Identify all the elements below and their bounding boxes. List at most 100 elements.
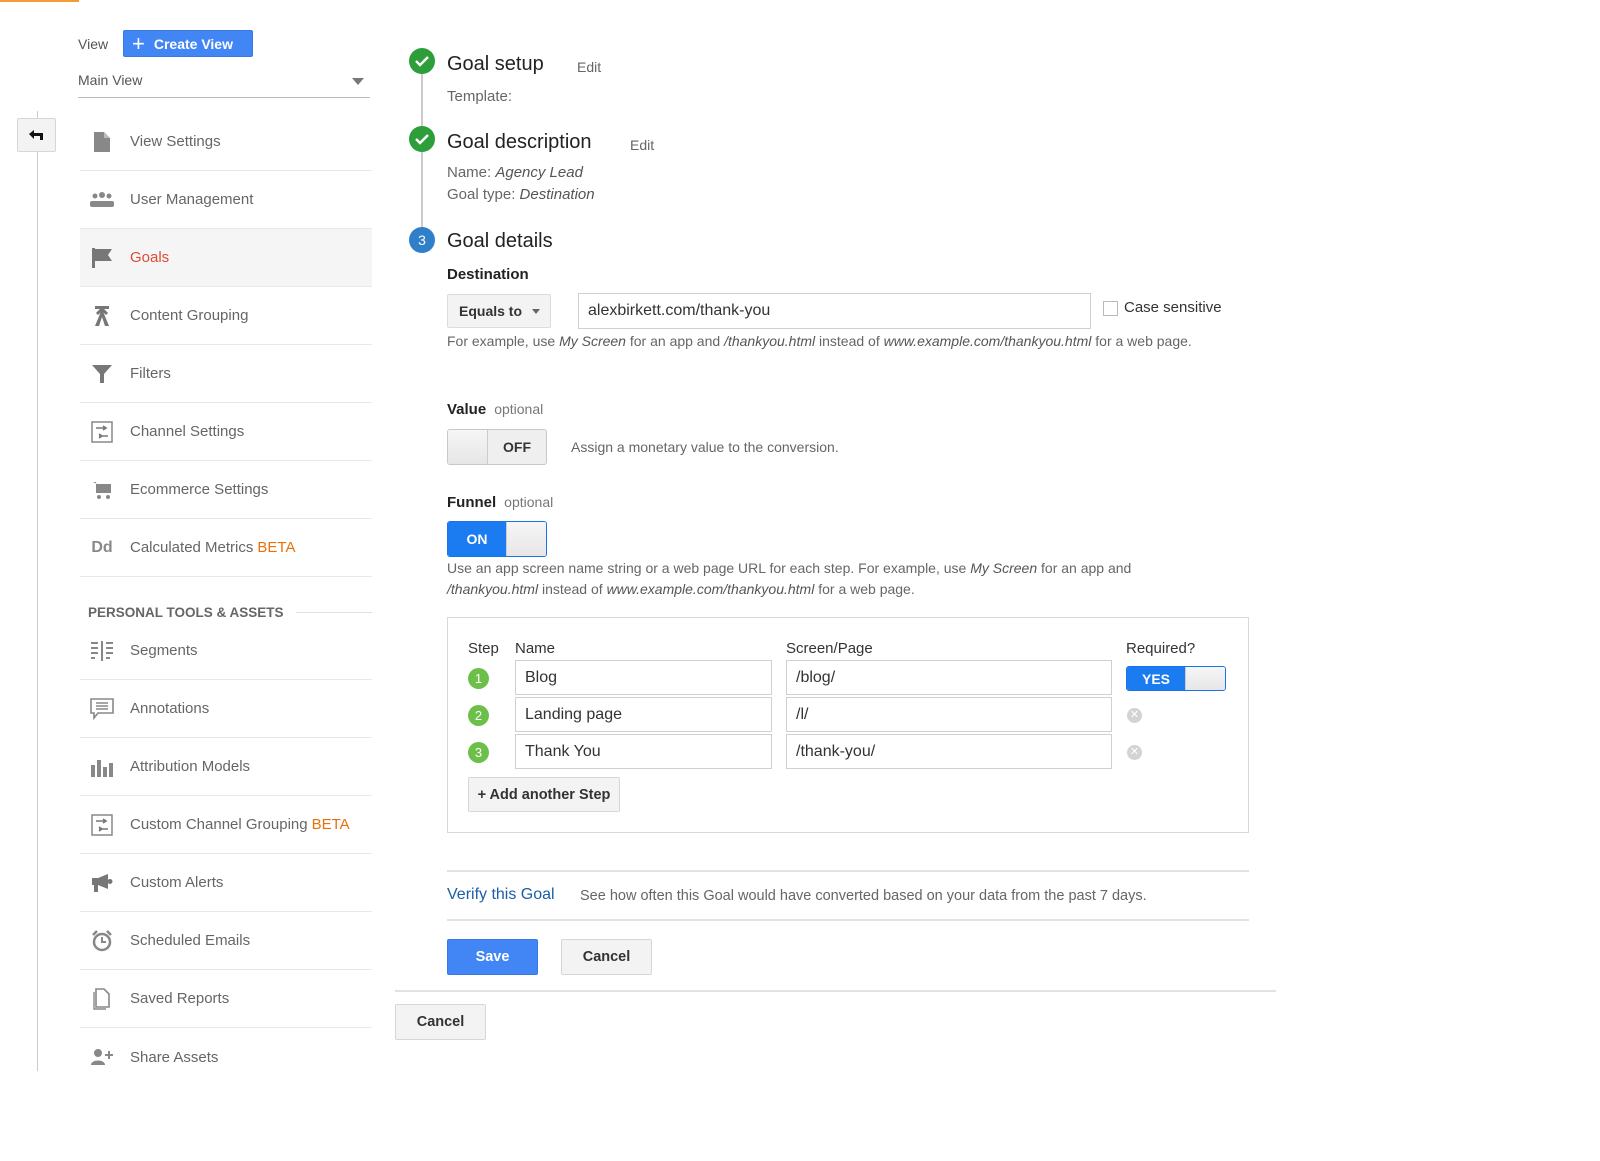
goal-type: Goal type: Destination (447, 186, 595, 203)
filter-icon (80, 364, 130, 384)
nav-item-user-management[interactable]: User Management (80, 171, 372, 229)
funnel-step-page-input[interactable]: /thank-you/ (786, 734, 1112, 769)
funnel-step-number: 3 (468, 742, 489, 763)
nav-item-ecommerce-settings[interactable]: Ecommerce Settings (80, 461, 372, 519)
funnel-step-number: 2 (468, 705, 489, 726)
top-accent-bar (0, 0, 79, 2)
goal-description-edit-link[interactable]: Edit (630, 137, 654, 153)
step-number-badge: 3 (409, 227, 435, 253)
value-label: Value optional (447, 401, 543, 418)
add-person-icon (80, 1048, 130, 1066)
check-circle-icon (409, 48, 435, 74)
admin-nav: View Settings User Management Goals Cont… (80, 113, 372, 577)
nav-label: Content Grouping (130, 307, 249, 324)
cancel-button[interactable]: Cancel (561, 939, 652, 975)
goal-details-title: Goal details (447, 230, 553, 252)
section-title-text: PERSONAL TOOLS & ASSETS (88, 605, 284, 620)
funnel-step-name-input[interactable]: Blog (515, 660, 772, 695)
funnel-toggle[interactable]: ON (447, 521, 547, 557)
megaphone-icon (80, 873, 130, 893)
nav-label: Ecommerce Settings (130, 481, 269, 498)
value-toggle-state: OFF (488, 430, 546, 464)
nav-label: Custom Channel Grouping (130, 816, 308, 833)
col-header-name: Name (515, 640, 556, 657)
nav-label: Scheduled Emails (130, 932, 251, 949)
nav-item-share-assets[interactable]: Share Assets (80, 1028, 372, 1086)
goal-setup-title: Goal setup (447, 53, 544, 75)
add-step-button[interactable]: + Add another Step (468, 777, 620, 812)
value-toggle[interactable]: OFF (447, 429, 547, 465)
goal-name-label: Name: (447, 164, 492, 181)
required-toggle-state: YES (1127, 667, 1185, 690)
users-icon (80, 191, 130, 208)
nav-label: View Settings (130, 133, 221, 150)
annotation-icon (80, 697, 130, 720)
personal-tools-nav: Segments Annotations Attribution Models … (80, 622, 372, 1086)
save-button[interactable]: Save (447, 939, 538, 975)
col-header-step: Step (468, 640, 499, 657)
case-sensitive-checkbox[interactable] (1103, 301, 1118, 316)
goal-name: Name: Agency Lead (447, 164, 583, 181)
required-toggle[interactable]: YES (1126, 666, 1226, 691)
divider (447, 870, 1249, 872)
nav-item-view-settings[interactable]: View Settings (80, 113, 372, 171)
nav-label: Filters (130, 365, 171, 382)
nav-item-scheduled-emails[interactable]: Scheduled Emails (80, 912, 372, 970)
document-icon (80, 131, 130, 153)
funnel-optional: optional (504, 494, 554, 510)
nav-label: Channel Settings (130, 423, 245, 440)
nav-item-content-grouping[interactable]: Content Grouping (80, 287, 372, 345)
value-hint: Assign a monetary value to the conversio… (571, 439, 839, 455)
funnel-label-text: Funnel (447, 494, 497, 511)
nav-label: User Management (130, 191, 254, 208)
dd-icon: Dd (91, 538, 113, 556)
chevron-down-icon (352, 78, 364, 85)
outer-cancel-button[interactable]: Cancel (395, 1004, 486, 1040)
funnel-step-name-input[interactable]: Landing page (515, 697, 772, 732)
toggle-knob (1185, 667, 1225, 690)
remove-step-icon[interactable]: ✕ (1127, 745, 1142, 760)
nav-item-custom-channel-grouping[interactable]: Custom Channel Grouping BETA (80, 796, 372, 854)
nav-item-calculated-metrics[interactable]: Dd Calculated Metrics BETA (80, 519, 372, 577)
bar-chart-icon (80, 757, 130, 777)
back-button[interactable] (17, 118, 56, 152)
create-view-button[interactable]: + Create View (123, 30, 253, 57)
goal-description-title: Goal description (447, 131, 592, 153)
funnel-step-page-input[interactable]: /blog/ (786, 660, 1112, 695)
cart-icon (80, 480, 130, 500)
rail-divider (37, 111, 38, 1071)
nav-item-saved-reports[interactable]: Saved Reports (80, 970, 372, 1028)
nav-item-custom-alerts[interactable]: Custom Alerts (80, 854, 372, 912)
funnel-toggle-state: ON (448, 522, 506, 556)
plus-icon: + (132, 30, 145, 56)
goal-setup-edit-link[interactable]: Edit (577, 59, 601, 75)
nav-item-filters[interactable]: Filters (80, 345, 372, 403)
nav-item-attribution-models[interactable]: Attribution Models (80, 738, 372, 796)
nav-label: Annotations (130, 700, 210, 717)
flag-icon (80, 247, 130, 269)
funnel-step-page-input[interactable]: /l/ (786, 697, 1112, 732)
match-type-value: Equals to (459, 303, 523, 319)
nav-label: Attribution Models (130, 758, 251, 775)
funnel-step-name-input[interactable]: Thank You (515, 734, 772, 769)
match-type-dropdown[interactable]: Equals to (447, 294, 551, 328)
nav-item-channel-settings[interactable]: Channel Settings (80, 403, 372, 461)
goal-type-label: Goal type: (447, 186, 516, 203)
destination-input[interactable]: alexbirkett.com/thank-you (578, 293, 1091, 329)
nav-item-goals[interactable]: Goals (80, 229, 372, 287)
nav-item-annotations[interactable]: Annotations (80, 680, 372, 738)
verify-hint: See how often this Goal would have conve… (580, 888, 1147, 904)
merge-icon (80, 305, 130, 327)
funnel-step-number: 1 (468, 668, 489, 689)
alarm-clock-icon (80, 929, 130, 952)
goal-type-value: Destination (519, 186, 595, 203)
remove-step-icon[interactable]: ✕ (1127, 708, 1142, 723)
col-header-required: Required? (1126, 640, 1196, 657)
divider (395, 990, 1276, 992)
check-circle-icon (409, 126, 435, 152)
view-dropdown[interactable]: Main View (78, 72, 370, 98)
beta-badge: BETA (311, 816, 350, 833)
verify-goal-link[interactable]: Verify this Goal (447, 886, 555, 904)
funnel-label: Funnel optional (447, 494, 553, 511)
nav-item-segments[interactable]: Segments (80, 622, 372, 680)
